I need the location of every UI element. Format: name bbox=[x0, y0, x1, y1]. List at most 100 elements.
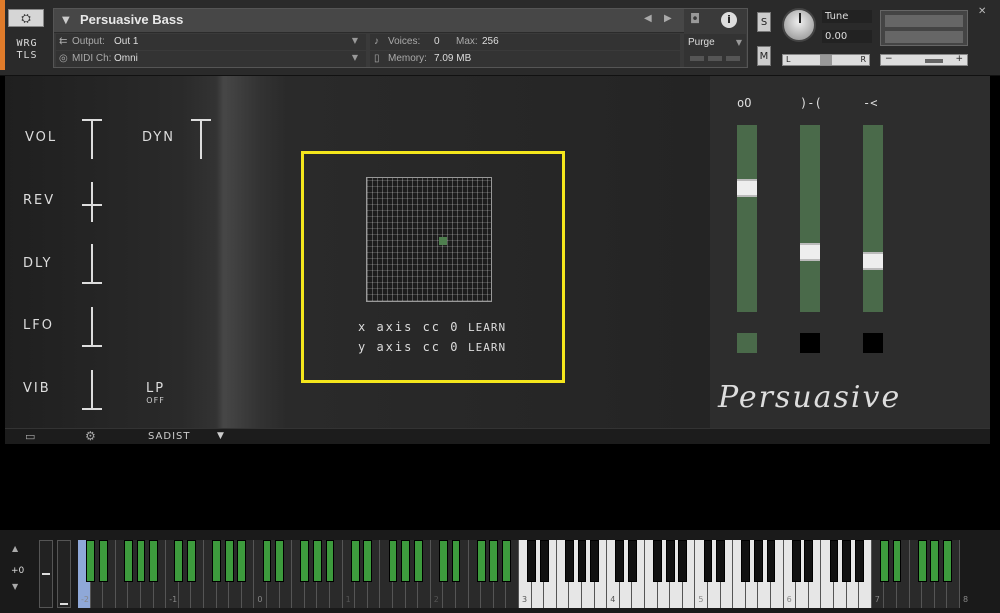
rev-handle[interactable] bbox=[82, 204, 102, 206]
black-key[interactable] bbox=[615, 540, 625, 582]
logo-icon[interactable]: ⛭ bbox=[8, 9, 44, 27]
dyn-slider[interactable] bbox=[191, 119, 211, 159]
info-icon[interactable]: i bbox=[721, 12, 737, 28]
black-key[interactable] bbox=[653, 540, 662, 582]
black-key[interactable] bbox=[741, 540, 751, 582]
mixer-fader-3[interactable] bbox=[863, 125, 883, 312]
black-key[interactable] bbox=[564, 540, 574, 582]
black-key[interactable] bbox=[363, 540, 373, 582]
black-key[interactable] bbox=[325, 540, 335, 582]
black-key[interactable] bbox=[766, 540, 776, 582]
mixer-fader-handle[interactable] bbox=[800, 243, 820, 262]
black-key[interactable] bbox=[791, 540, 801, 582]
solo-button[interactable]: S bbox=[757, 12, 771, 32]
dyn-handle[interactable] bbox=[191, 119, 211, 121]
black-key[interactable] bbox=[879, 540, 889, 582]
lp-toggle[interactable]: LP OFF bbox=[146, 381, 165, 405]
purge-menu[interactable]: Purge ▼ bbox=[684, 34, 746, 67]
black-key[interactable] bbox=[262, 540, 272, 582]
lfo-handle[interactable] bbox=[82, 345, 102, 347]
mute-button[interactable]: M bbox=[757, 46, 771, 66]
chevron-down-icon[interactable]: ▼ bbox=[217, 431, 224, 441]
black-key[interactable] bbox=[237, 540, 247, 582]
lfo-slider[interactable] bbox=[82, 307, 102, 347]
black-key[interactable] bbox=[627, 540, 637, 582]
black-key[interactable] bbox=[300, 540, 310, 582]
black-key[interactable] bbox=[665, 540, 675, 582]
black-key[interactable] bbox=[212, 540, 221, 582]
y-learn-button[interactable]: LEARN bbox=[468, 341, 506, 354]
next-instrument-icon[interactable]: ▶ bbox=[664, 13, 672, 24]
black-key[interactable] bbox=[489, 540, 499, 582]
black-key[interactable] bbox=[804, 540, 814, 582]
black-key[interactable] bbox=[703, 540, 713, 582]
rev-slider[interactable] bbox=[82, 182, 102, 222]
octave-up-icon[interactable]: ▲ bbox=[12, 544, 18, 553]
black-key[interactable] bbox=[224, 540, 234, 582]
midi-channel-selector[interactable]: ◎ MIDI Ch: Omni ▼ bbox=[56, 51, 366, 67]
volume-slider[interactable]: − + bbox=[880, 54, 968, 66]
black-key[interactable] bbox=[590, 540, 599, 582]
black-key[interactable] bbox=[476, 540, 486, 582]
max-voices-value[interactable]: 256 bbox=[482, 36, 499, 47]
black-key[interactable] bbox=[275, 540, 284, 582]
pan-slider[interactable]: L R bbox=[782, 54, 870, 66]
xy-pad-handle[interactable] bbox=[438, 236, 447, 245]
camera-icon[interactable]: ◘ bbox=[690, 12, 708, 28]
black-key[interactable] bbox=[716, 540, 725, 582]
black-key[interactable] bbox=[149, 540, 158, 582]
black-key[interactable] bbox=[854, 540, 864, 582]
pitch-wheel[interactable] bbox=[39, 540, 53, 608]
black-key[interactable] bbox=[186, 540, 196, 582]
black-key[interactable] bbox=[917, 540, 927, 582]
volume-minus[interactable]: − bbox=[885, 54, 893, 64]
instrument-name[interactable]: Persuasive Bass bbox=[80, 12, 183, 27]
tune-value[interactable]: 0.00 bbox=[822, 30, 872, 43]
mixer-fader-handle[interactable] bbox=[863, 251, 883, 270]
black-key[interactable] bbox=[527, 540, 536, 582]
volume-plus[interactable]: + bbox=[955, 54, 963, 64]
black-key[interactable] bbox=[438, 540, 448, 582]
close-icon[interactable]: ✕ bbox=[978, 6, 986, 17]
octave-down-icon[interactable]: ▼ bbox=[12, 582, 18, 591]
vib-handle[interactable] bbox=[82, 408, 102, 410]
dly-slider[interactable] bbox=[82, 244, 102, 284]
dly-handle[interactable] bbox=[82, 282, 102, 284]
black-key[interactable] bbox=[388, 540, 398, 582]
mod-wheel[interactable] bbox=[57, 540, 71, 608]
preset-name[interactable]: SADIST bbox=[148, 431, 190, 442]
previous-instrument-icon[interactable]: ◀ bbox=[644, 13, 652, 24]
black-key[interactable] bbox=[501, 540, 511, 582]
black-key[interactable] bbox=[829, 540, 839, 582]
black-key[interactable] bbox=[942, 540, 952, 582]
pan-handle[interactable] bbox=[820, 55, 832, 65]
mixer-toggle-1[interactable] bbox=[737, 333, 757, 353]
vib-slider[interactable] bbox=[82, 370, 102, 410]
mixer-toggle-2[interactable] bbox=[800, 333, 820, 353]
vol-slider[interactable] bbox=[82, 119, 102, 159]
black-key[interactable] bbox=[892, 540, 902, 582]
tune-knob[interactable] bbox=[782, 8, 816, 42]
black-key[interactable] bbox=[842, 540, 851, 582]
piano-keyboard[interactable]: -2 -1 0 1 2 3 4 5 6 7 8 bbox=[78, 540, 968, 608]
book-icon[interactable]: ▭ bbox=[25, 430, 41, 443]
mixer-fader-handle[interactable] bbox=[737, 179, 757, 198]
output-selector[interactable]: ⇇ Output: Out 1 ▼ bbox=[56, 34, 366, 50]
black-key[interactable] bbox=[753, 540, 763, 582]
volume-handle[interactable] bbox=[925, 59, 943, 63]
black-key[interactable] bbox=[678, 540, 688, 582]
vol-handle[interactable] bbox=[82, 119, 102, 121]
black-key[interactable] bbox=[123, 540, 133, 582]
mixer-fader-1[interactable] bbox=[737, 125, 757, 312]
x-learn-button[interactable]: LEARN bbox=[468, 321, 506, 334]
gear-icon[interactable]: ⚙ bbox=[85, 429, 96, 443]
mixer-toggle-3[interactable] bbox=[863, 333, 883, 353]
black-key[interactable] bbox=[577, 540, 587, 582]
black-key[interactable] bbox=[451, 540, 461, 582]
black-key[interactable] bbox=[136, 540, 146, 582]
black-key[interactable] bbox=[98, 540, 108, 582]
black-key[interactable] bbox=[413, 540, 423, 582]
black-key[interactable] bbox=[930, 540, 940, 582]
black-key[interactable] bbox=[350, 540, 360, 582]
black-key[interactable] bbox=[401, 540, 410, 582]
